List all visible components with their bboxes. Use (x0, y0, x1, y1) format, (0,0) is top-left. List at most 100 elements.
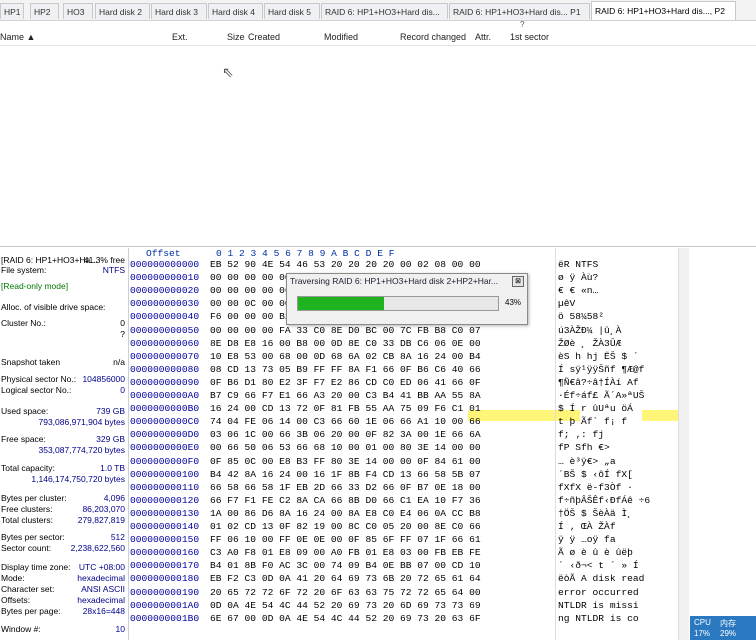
col-ext[interactable]: Ext. (172, 32, 188, 42)
text-line[interactable]: ëR NTFS (558, 259, 598, 270)
tab-hard-disk-2[interactable]: Hard disk 2 (95, 3, 150, 19)
hex-bytes[interactable]: 66 58 66 58 1F EB 2D 66 33 D2 66 0F B7 0… (210, 482, 481, 493)
col-modified[interactable]: Modified (324, 32, 358, 42)
text-line[interactable]: f; ‚: fj (558, 429, 604, 440)
tab-raid6-p1[interactable]: RAID 6: HP1+HO3+Hard dis... P1 (449, 3, 590, 19)
text-line[interactable]: Í sÿ¹ÿÿŠñf ¶Æ@f (558, 364, 644, 375)
tab-hp1[interactable]: HP1 (0, 3, 24, 19)
hex-bytes[interactable]: 0F B6 D1 80 E2 3F F7 E2 86 CD C0 ED 06 4… (210, 377, 481, 388)
hex-offset: 0000000000A0 (130, 390, 200, 401)
hex-bytes[interactable]: 10 E8 53 00 68 00 0D 68 6A 02 CB 8A 16 2… (210, 351, 481, 362)
hex-offset: 000000000000 (130, 259, 200, 270)
mode-value: hexadecimal (77, 573, 125, 583)
hex-bytes[interactable]: FF 06 10 00 FF 0E 0E 00 0F 85 6F FF 07 1… (210, 534, 481, 545)
tab-ho3[interactable]: HO3 (63, 3, 93, 19)
mem-label: 内存 (720, 619, 736, 628)
col-size[interactable]: Size (227, 32, 245, 42)
hex-bytes[interactable]: 1A 00 86 D6 8A 16 24 00 8A E8 C0 E4 06 0… (210, 508, 481, 519)
hex-bytes[interactable]: 8E D8 E8 16 00 B8 00 0D 8E C0 33 DB C6 0… (210, 338, 481, 349)
hex-bytes[interactable]: 74 04 FE 06 14 00 C3 66 60 1E 06 66 A1 1… (210, 416, 481, 427)
text-line[interactable]: ´ ‹ð¬< t ´ » Í (558, 560, 639, 571)
text-line[interactable]: †ÖŠ $ ŠèÀä Ì¸ (558, 508, 633, 519)
col-record-changed[interactable]: Record changed (400, 32, 466, 42)
text-view[interactable]: ëR NTFS ø ÿ Àù? € € «n… µêV ö 58¼58² ú3ÀŽ… (555, 248, 678, 640)
hex-offset: 0000000000D0 (130, 429, 200, 441)
text-line[interactable]: ´BŠ $ ‹ôÍ fX[ (558, 469, 633, 480)
hex-bytes[interactable]: EB F2 C3 0D 0A 41 20 64 69 73 6B 20 72 6… (210, 573, 481, 584)
text-line[interactable]: t þ Ãf` f¡ f (558, 416, 627, 427)
text-line[interactable]: ö 58¼58² (558, 311, 604, 322)
hex-bytes[interactable]: EB 52 90 4E 54 46 53 20 20 20 20 00 02 0… (210, 259, 481, 270)
text-line[interactable]: µêV (558, 298, 575, 309)
hex-bytes[interactable]: 00 00 00 00 FA 33 C0 8E D0 BC 00 7C FB B… (210, 325, 481, 336)
hex-bytes[interactable]: B7 C9 66 F7 E1 66 A3 20 00 C3 B4 41 BB A… (210, 390, 481, 401)
progress-bar (297, 296, 499, 311)
text-line[interactable]: f÷ñþÂŠÊf‹ÐfÁê ÷6 (558, 495, 650, 506)
col-attr[interactable]: Attr. (475, 32, 491, 42)
hex-bytes[interactable]: B4 42 8A 16 24 00 16 1F 8B F4 CD 13 66 5… (210, 469, 481, 480)
tab-raid6-p2[interactable]: RAID 6: HP1+HO3+Hard dis..., P2 (591, 1, 736, 20)
hex-bytes[interactable]: 0D 0A 4E 54 4C 44 52 20 69 73 20 6D 69 7… (210, 600, 481, 611)
text-line[interactable]: NTLDR is missi (558, 600, 639, 611)
col-name[interactable]: Name ▲ (0, 32, 35, 42)
tab-hard-disk-5[interactable]: Hard disk 5 (264, 3, 320, 19)
offsets-value: hexadecimal (77, 595, 125, 605)
text-line[interactable]: ëòÃ A disk read (558, 573, 644, 584)
text-line[interactable]: ø ÿ Àù? (558, 272, 598, 283)
tab-raid6[interactable]: RAID 6: HP1+HO3+Hard dis... (321, 3, 448, 19)
text-line[interactable]: … è³ÿ€> „a (558, 456, 616, 467)
text-line[interactable]: Í ‚ ŒÀ ŽÀf (558, 521, 616, 532)
charset-value: ANSI ASCII (81, 584, 125, 594)
hex-bytes[interactable]: 20 65 72 72 6F 72 20 6F 63 63 75 72 72 6… (210, 587, 481, 598)
hex-bytes[interactable]: 0F 85 0C 00 E8 B3 FF 80 3E 14 00 00 0F 8… (210, 456, 481, 467)
mouse-cursor-icon: ⇖ (222, 64, 234, 80)
hex-offset: 000000000130 (130, 507, 200, 519)
used-bytes: 793,086,971,904 bytes (38, 417, 126, 427)
hex-bytes[interactable]: 16 24 00 CD 13 72 0F 81 FB 55 AA 75 09 F… (210, 403, 481, 414)
hex-offset: 000000000080 (130, 363, 200, 375)
text-line[interactable]: ·Éf÷áf£ Ã´A»ªUŠ (558, 390, 644, 401)
tab-hp2[interactable]: HP2 (30, 3, 59, 19)
mode-label: Mode: (1, 573, 25, 583)
hex-offset: 000000000160 (130, 547, 200, 559)
col-created[interactable]: Created (248, 32, 280, 42)
text-line[interactable]: fP Sfh €> (558, 442, 610, 453)
text-line[interactable]: ¶Ñ€â?÷â†ÍÀí Af (558, 377, 639, 388)
tab-hard-disk-3[interactable]: Hard disk 3 (151, 3, 207, 19)
hex-bytes[interactable]: 6E 67 00 0D 0A 4E 54 4C 44 52 20 69 73 2… (210, 613, 481, 624)
used-label: Used space: (1, 406, 49, 416)
bpc-label: Bytes per cluster: (1, 493, 67, 503)
system-tray-widget: CPU 内存 17% 29% (690, 616, 756, 640)
hex-offset: 000000000150 (130, 534, 200, 546)
hex-offset: 000000000100 (130, 468, 200, 480)
hex-bytes[interactable]: 00 00 00 00 06 (210, 285, 291, 296)
hex-bytes[interactable]: 03 06 1C 00 66 3B 06 20 00 0F 82 3A 00 1… (210, 429, 481, 440)
tab-hard-disk-4[interactable]: Hard disk 4 (208, 3, 263, 19)
col-first-sector[interactable]: 1st sector (510, 32, 549, 42)
text-line[interactable]: fXfX ë-f3Òf · (558, 482, 633, 493)
bpp-label: Bytes per page: (1, 606, 61, 616)
hex-bytes[interactable]: 00 66 50 06 53 66 68 10 00 01 00 80 3E 1… (210, 442, 481, 453)
hex-bytes[interactable]: B4 01 8B F0 AC 3C 00 74 09 B4 0E BB 07 0… (210, 560, 481, 571)
text-line[interactable]: $ Í r ûUªu öÁ (558, 403, 633, 414)
text-line[interactable]: ŽØè ¸ ŽÀ3ÛÆ (558, 338, 621, 349)
mem-value: 29% (720, 629, 737, 638)
close-icon[interactable]: ⊠ (512, 276, 524, 287)
vertical-scrollbar[interactable] (678, 248, 689, 640)
text-line[interactable]: Ã ø è û è ûëþ (558, 547, 633, 558)
hex-bytes[interactable]: 66 F7 F1 FE C2 8A CA 66 8B D0 66 C1 EA 1… (210, 495, 481, 506)
text-line[interactable]: error occurred (558, 587, 639, 598)
hex-bytes[interactable]: C3 A0 F8 01 E8 09 00 A0 FB 01 E8 03 00 F… (210, 547, 481, 558)
text-line[interactable]: ÿ ÿ …oÿ fa (558, 534, 616, 545)
hex-bytes[interactable]: F6 00 00 00 B2 (210, 311, 291, 322)
text-line[interactable]: ú3ÀŽÐ¼ |û¸À (558, 325, 621, 336)
text-line[interactable]: ng NTLDR is co (558, 613, 639, 624)
hex-bytes[interactable]: 01 02 CD 13 0F 82 19 00 8C C0 05 20 00 8… (210, 521, 481, 532)
progress-dialog: Traversing RAID 6: HP1+HO3+Hard disk 2+H… (286, 273, 528, 325)
hex-offset: 000000000020 (130, 285, 200, 297)
hex-bytes[interactable]: 08 CD 13 73 05 B9 FF FF 8A F1 66 0F B6 C… (210, 364, 481, 375)
hex-offset: 0000000001B0 (130, 612, 200, 624)
text-line[interactable]: € € «n… (558, 285, 598, 296)
hex-bytes[interactable]: 00 00 0C 00 00 (210, 298, 291, 309)
text-line[interactable]: èS h hj ËŠ $ ´ (558, 351, 639, 362)
